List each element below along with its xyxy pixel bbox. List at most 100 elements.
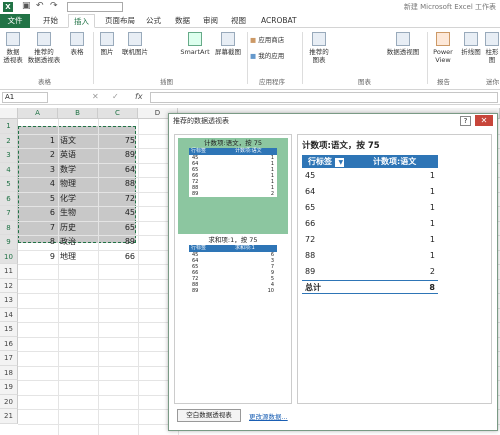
row-header[interactable]: 6: [0, 191, 18, 206]
row-header[interactable]: 8: [0, 220, 18, 235]
row-header[interactable]: 18: [0, 365, 18, 380]
my-apps-icon: ■: [250, 52, 257, 60]
cell-c[interactable]: 89: [98, 235, 135, 250]
cell-b[interactable]: 地理: [60, 250, 96, 265]
pivot-suggestions-list[interactable]: 计数项:语文，按 75 行标签 计数项:语文 45 1 64 1 65 1 66 1 72 1 88 1…: [174, 134, 292, 404]
redo-icon[interactable]: ↷: [50, 1, 58, 11]
cell-c[interactable]: 88: [98, 177, 135, 192]
row-header[interactable]: 11: [0, 264, 18, 279]
formula-input[interactable]: [150, 92, 498, 103]
cell-c[interactable]: 65: [98, 221, 135, 236]
cell-a[interactable]: 5: [18, 192, 55, 207]
row-header[interactable]: 16: [0, 336, 18, 351]
column-chart-button[interactable]: 柱形图: [484, 32, 500, 64]
row-header[interactable]: 13: [0, 293, 18, 308]
row-header[interactable]: 14: [0, 307, 18, 322]
row-header[interactable]: 3: [0, 148, 18, 163]
power-view-button[interactable]: Power View: [430, 32, 456, 64]
cell-c[interactable]: 72: [98, 192, 135, 207]
cell-a[interactable]: 2: [18, 148, 55, 163]
cell-c[interactable]: 45: [98, 206, 135, 221]
column-header-a[interactable]: A: [18, 108, 58, 119]
table-icon: [70, 32, 84, 46]
row-header[interactable]: 9: [0, 235, 18, 250]
tab-review[interactable]: 审阅: [198, 14, 223, 28]
cell-c[interactable]: 75: [98, 134, 135, 149]
column-header-c[interactable]: C: [98, 108, 138, 119]
table-button[interactable]: 表格: [66, 32, 88, 56]
cell-a[interactable]: 9: [18, 250, 55, 265]
cell-a[interactable]: 3: [18, 163, 55, 178]
cell-b[interactable]: 历史: [60, 221, 96, 236]
cell-b[interactable]: 政治: [60, 235, 96, 250]
row-header[interactable]: 5: [0, 177, 18, 192]
cell-b[interactable]: 语文: [60, 134, 96, 149]
tab-home[interactable]: 开始: [38, 14, 63, 28]
cell-a[interactable]: 4: [18, 177, 55, 192]
online-picture-button[interactable]: 联机图片: [119, 32, 151, 56]
select-all-corner[interactable]: [0, 108, 18, 119]
screenshot-button[interactable]: 屏幕截图: [212, 32, 244, 56]
pivot-table-button[interactable]: 数据 透视表: [2, 32, 24, 64]
cancel-icon[interactable]: ✕: [92, 92, 99, 101]
row-header[interactable]: 19: [0, 380, 18, 395]
row-header[interactable]: 10: [0, 249, 18, 264]
tab-insert[interactable]: 插入: [68, 14, 95, 28]
row-header[interactable]: 1: [0, 119, 18, 134]
change-source-link[interactable]: 更改源数据...: [249, 411, 288, 421]
picture-icon: [100, 32, 114, 46]
tab-acrobat[interactable]: ACROBAT: [256, 14, 302, 28]
tab-formulas[interactable]: 公式: [141, 14, 166, 28]
close-button[interactable]: ✕: [475, 115, 493, 126]
name-box[interactable]: A1: [2, 92, 48, 103]
window-title: 新建 Microsoft Excel 工作表: [403, 3, 496, 11]
recommended-charts-button[interactable]: 推荐的 图表: [306, 32, 332, 64]
tab-file[interactable]: 文件: [0, 14, 30, 28]
enter-icon[interactable]: ✓: [112, 92, 119, 101]
picture-button[interactable]: 图片: [97, 32, 117, 56]
tab-data[interactable]: 数据: [170, 14, 195, 28]
save-icon[interactable]: ▣: [22, 1, 31, 11]
pivot-suggestion-card-2[interactable]: 求和项:1，按 75 行标签 求和项:1 45 6 64 3 65 7 66 9 72 5 88 4 89…: [178, 235, 288, 331]
pivot-chart-button[interactable]: 数据透视图: [383, 32, 423, 56]
preview-row-value: 2: [429, 267, 435, 276]
column-header-b[interactable]: B: [58, 108, 98, 119]
separator: [93, 32, 94, 84]
tab-page-layout[interactable]: 页面布局: [100, 14, 140, 28]
row-header[interactable]: 20: [0, 394, 18, 409]
cell-c[interactable]: 64: [98, 163, 135, 178]
tab-view[interactable]: 视图: [226, 14, 251, 28]
app-store-button[interactable]: ■ 应用商店: [250, 36, 296, 44]
row-header[interactable]: 17: [0, 351, 18, 366]
cell-b[interactable]: 数学: [60, 163, 96, 178]
cell-b[interactable]: 物理: [60, 177, 96, 192]
row-header[interactable]: 7: [0, 206, 18, 221]
help-button[interactable]: ?: [460, 116, 471, 126]
cell-b[interactable]: 英语: [60, 148, 96, 163]
row-header[interactable]: 12: [0, 278, 18, 293]
pivot-suggestion-card-1[interactable]: 计数项:语文，按 75 行标签 计数项:语文 45 1 64 1 65 1 66 1 72 1 88 1…: [178, 138, 288, 234]
card-header-value: 求和项:1: [235, 245, 255, 251]
row-header[interactable]: 2: [0, 133, 18, 148]
smartart-button[interactable]: SmartArt: [178, 32, 212, 56]
preview-row-label: 72: [305, 235, 316, 244]
cell-c[interactable]: 66: [98, 250, 135, 265]
row-header[interactable]: 15: [0, 322, 18, 337]
group-label-apps: 应用程序: [259, 78, 285, 86]
recommended-pivot-button[interactable]: 推荐的 数据透视表: [26, 32, 62, 64]
insert-function-button[interactable]: fx: [135, 92, 143, 101]
row-header[interactable]: 21: [0, 409, 18, 424]
cell-a[interactable]: 7: [18, 221, 55, 236]
quick-access-box[interactable]: [67, 2, 123, 12]
cell-a[interactable]: 8: [18, 235, 55, 250]
cell-a[interactable]: 6: [18, 206, 55, 221]
cell-b[interactable]: 生物: [60, 206, 96, 221]
blank-pivot-button[interactable]: 空白数据透视表: [177, 409, 241, 422]
row-header[interactable]: 4: [0, 162, 18, 177]
cell-c[interactable]: 89: [98, 148, 135, 163]
cell-b[interactable]: 化学: [60, 192, 96, 207]
my-apps-button[interactable]: ■ 我的应用: [250, 52, 296, 60]
cell-a[interactable]: 1: [18, 134, 55, 149]
line-chart-button[interactable]: 折线图: [460, 32, 482, 56]
undo-icon[interactable]: ↶: [36, 1, 44, 11]
